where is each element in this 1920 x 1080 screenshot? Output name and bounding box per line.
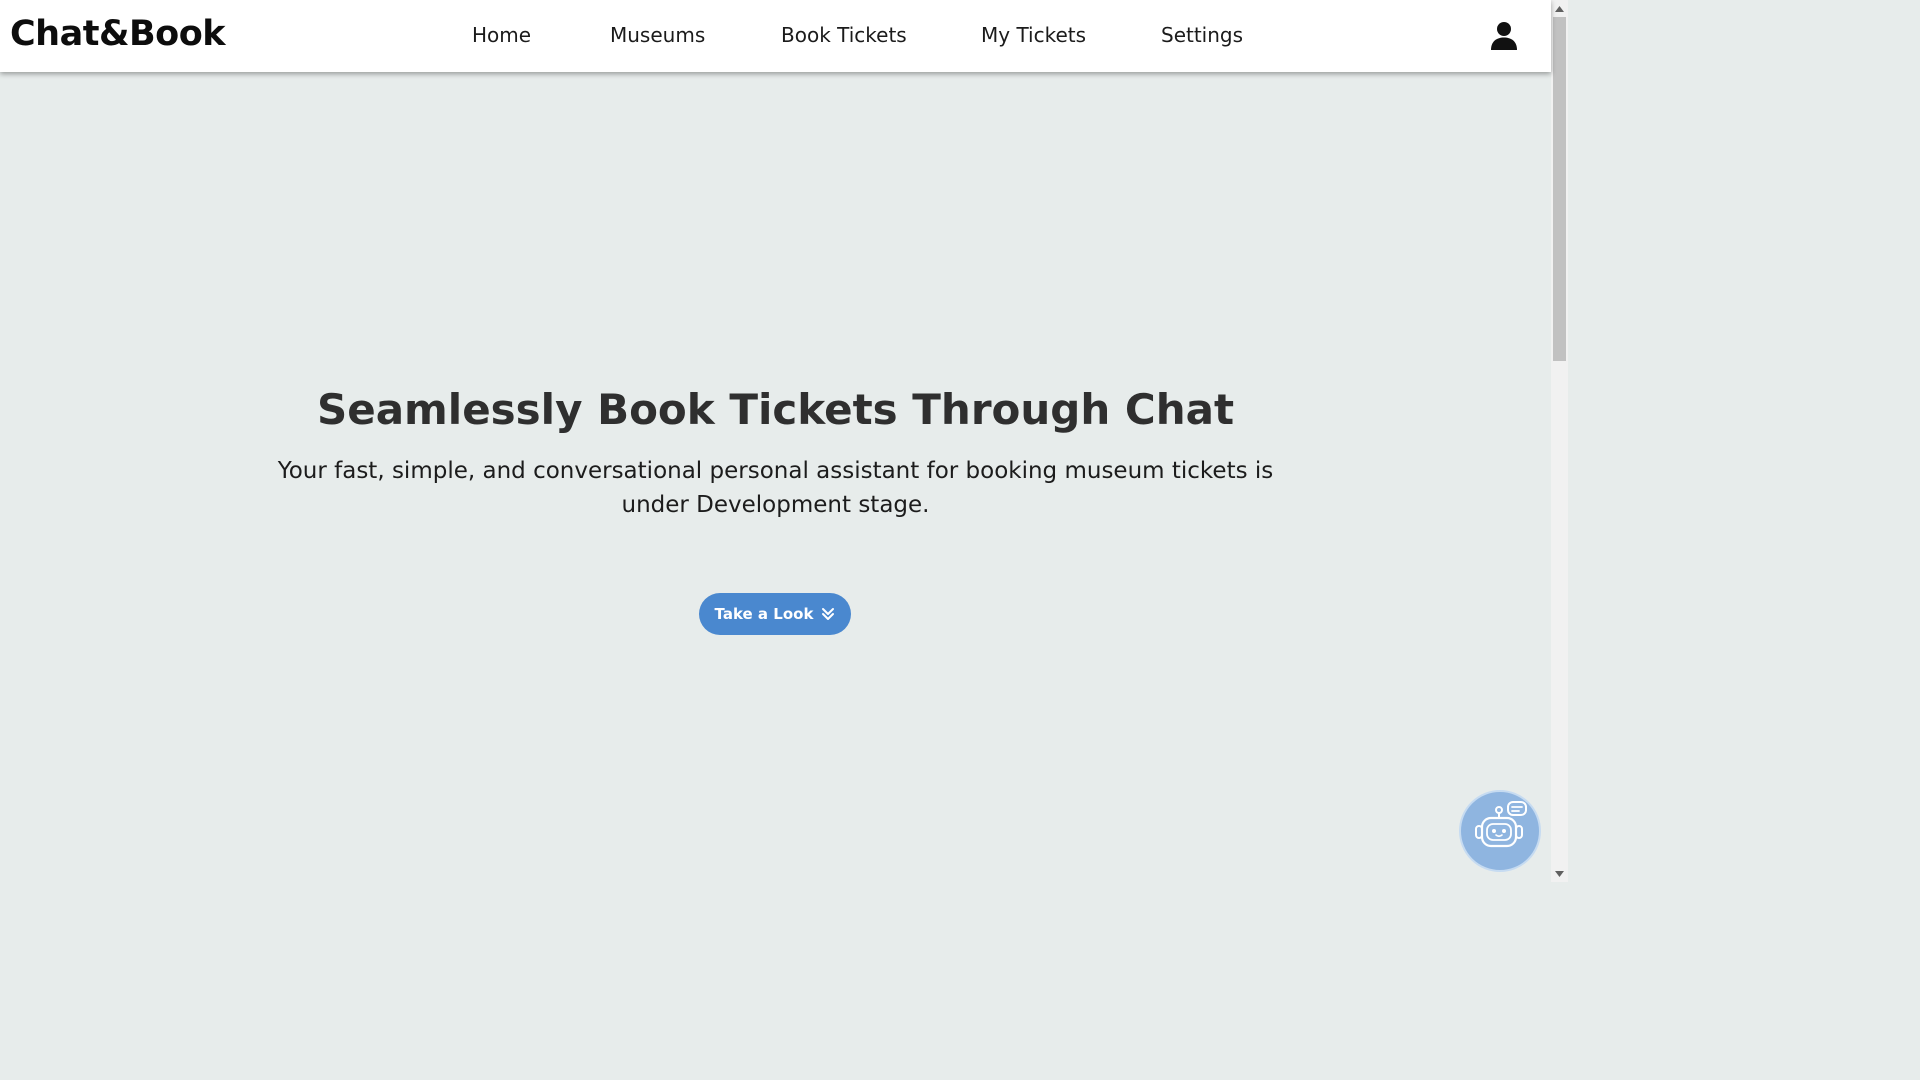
scroll-down-arrow-icon[interactable] [1551,865,1568,882]
chatbot-icon [1468,797,1532,865]
chatbot-button[interactable] [1459,790,1541,872]
chevron-double-down-icon [821,607,835,621]
nav-link-home[interactable]: Home [472,22,531,48]
take-a-look-button[interactable]: Take a Look [699,593,851,635]
hero-subtitle: Your fast, simple, and conversational pe… [277,458,1274,518]
top-navbar: Chat&Book Home Museums Book Tickets My T… [0,0,1551,72]
vertical-scrollbar[interactable] [1551,0,1568,882]
hero-title: Seamlessly Book Tickets Through Chat [316,385,1235,434]
page: Chat&Book Home Museums Book Tickets My T… [0,0,1551,882]
main-nav: Home Museums Book Tickets My Tickets Set… [0,0,1551,72]
scroll-up-arrow-icon[interactable] [1551,0,1568,17]
scrollbar-thumb[interactable] [1553,17,1566,361]
hero-section: Seamlessly Book Tickets Through Chat You… [0,72,1551,882]
user-icon[interactable] [1488,20,1520,52]
nav-link-book-tickets[interactable]: Book Tickets [781,22,907,48]
nav-link-settings[interactable]: Settings [1161,22,1243,48]
take-a-look-label: Take a Look [714,605,814,623]
nav-link-museums[interactable]: Museums [610,22,705,48]
nav-link-my-tickets[interactable]: My Tickets [981,22,1086,48]
